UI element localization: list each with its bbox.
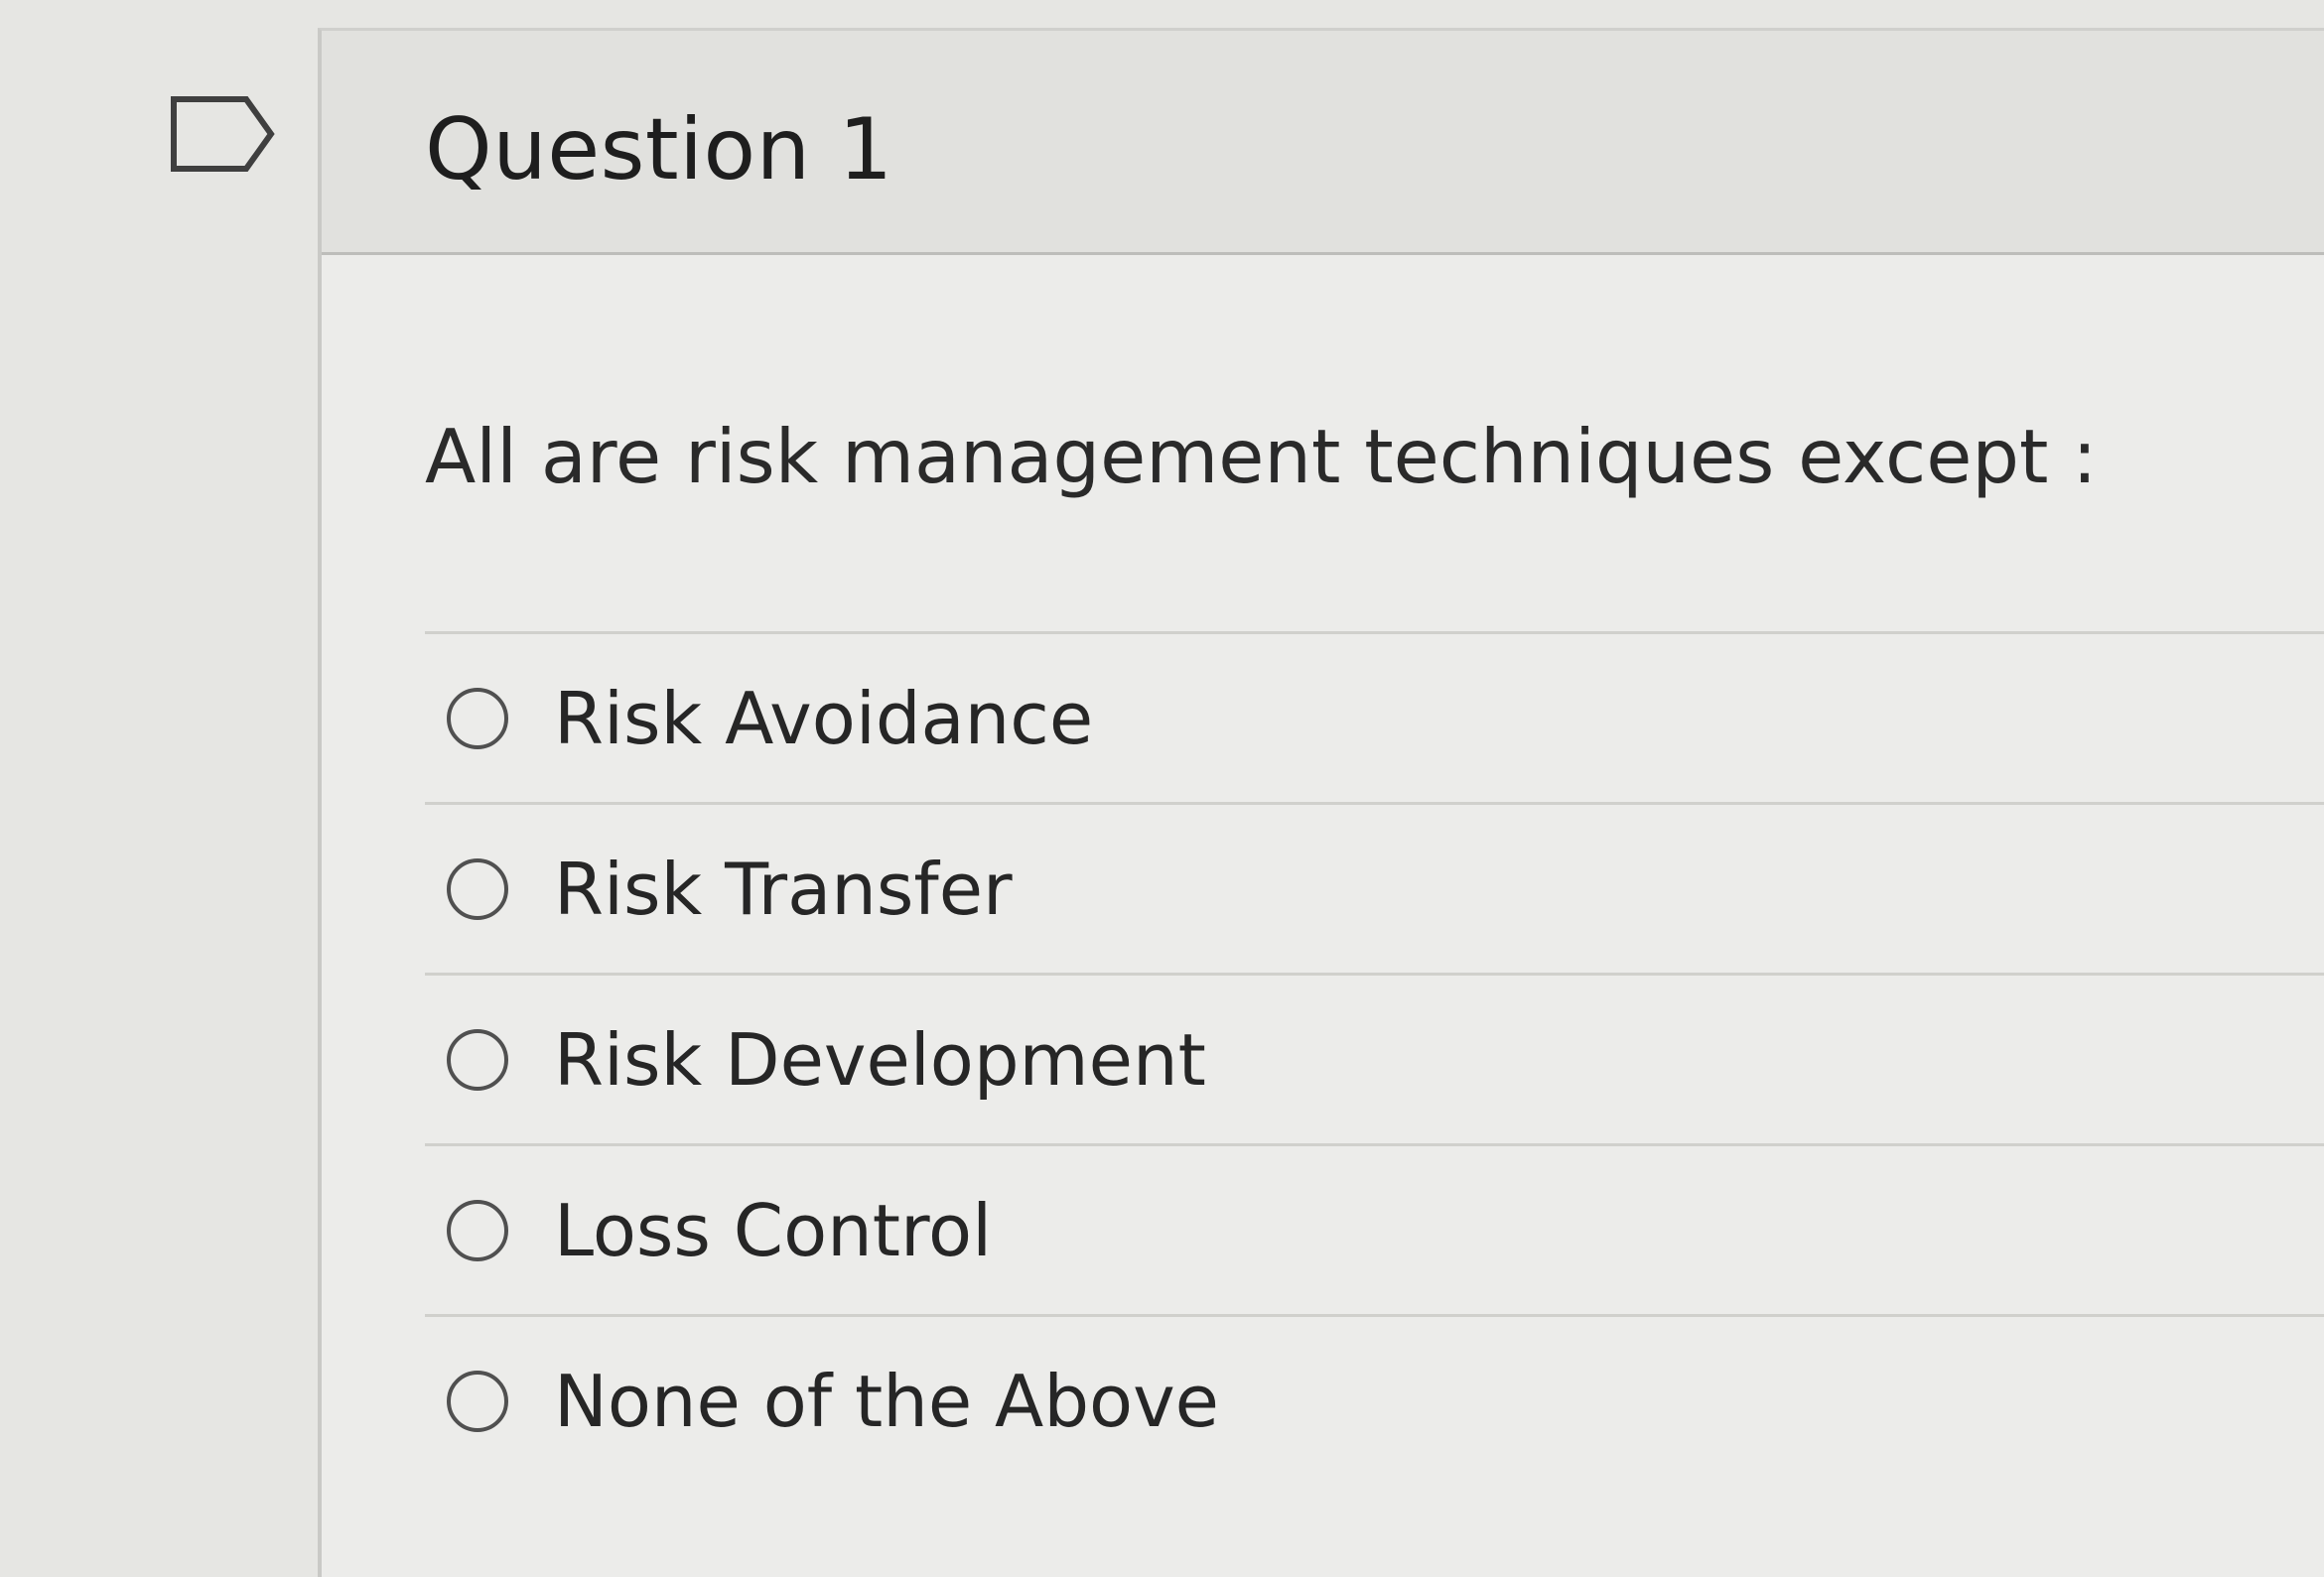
answer-option-risk-avoidance[interactable]: Risk Avoidance xyxy=(425,631,2324,802)
answer-option-loss-control[interactable]: Loss Control xyxy=(425,1143,2324,1314)
answer-option-none-of-the-above[interactable]: None of the Above xyxy=(425,1314,2324,1485)
radio-unchecked-icon[interactable] xyxy=(447,1028,508,1091)
radio-unchecked-icon[interactable] xyxy=(447,857,508,920)
answer-option-risk-development[interactable]: Risk Development xyxy=(425,973,2324,1143)
radio-unchecked-icon[interactable] xyxy=(447,687,508,749)
question-prompt: All are risk management techniques excep… xyxy=(425,413,2098,500)
answer-list: Risk Avoidance Risk Transfer Risk Develo… xyxy=(425,631,2324,1485)
radio-unchecked-icon[interactable] xyxy=(447,1199,508,1261)
answer-label[interactable]: Loss Control xyxy=(554,1189,992,1272)
radio-unchecked-icon[interactable] xyxy=(447,1370,508,1432)
answer-label[interactable]: Risk Transfer xyxy=(554,848,1013,931)
question-card: Question 1 All are risk management techn… xyxy=(318,28,2324,1577)
answer-option-risk-transfer[interactable]: Risk Transfer xyxy=(425,802,2324,973)
answer-label[interactable]: Risk Development xyxy=(554,1018,1206,1102)
flag-question-icon[interactable] xyxy=(169,94,278,174)
question-header: Question 1 xyxy=(322,31,2324,255)
answer-label[interactable]: Risk Avoidance xyxy=(554,677,1093,760)
answer-label[interactable]: None of the Above xyxy=(554,1360,1219,1443)
question-title: Question 1 xyxy=(425,100,893,199)
